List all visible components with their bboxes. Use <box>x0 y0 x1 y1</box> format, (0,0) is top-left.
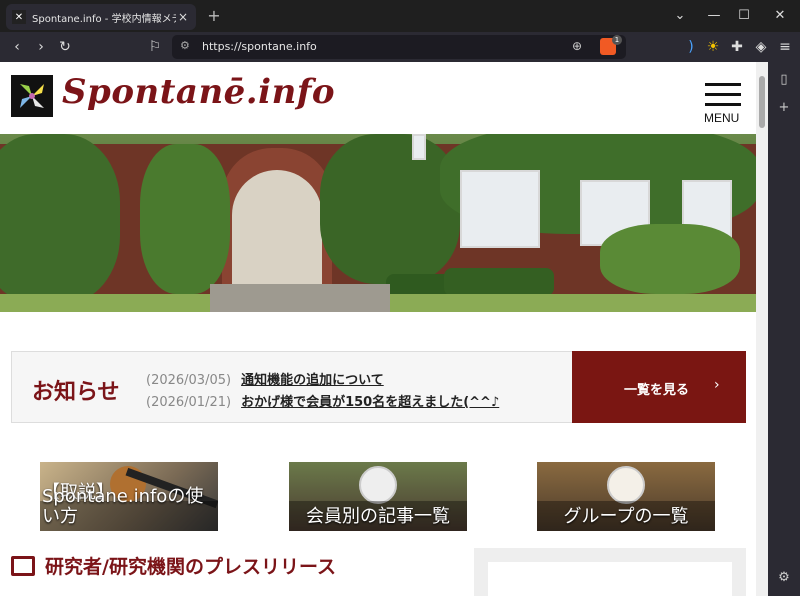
view-all-label: 一覧を見る <box>624 383 690 398</box>
section-title: 研究者/研究機関のプレスリリース <box>45 556 336 578</box>
notice-item: (2026/01/21) おかげ様で会員が150名を超えました(^^♪ <box>146 391 499 410</box>
tab-title: Spontane.info - 学校内情報メディ <box>32 13 176 25</box>
page-scrollbar[interactable] <box>756 62 768 596</box>
avatar-icon <box>359 466 397 504</box>
tab-strip: ✕ Spontane.info - 学校内情報メディ × + ⌄ — ☐ ✕ <box>0 0 800 32</box>
url-text[interactable]: https://spontane.info <box>202 40 317 53</box>
notice-link[interactable]: 通知機能の追加について <box>241 373 384 388</box>
card-caption: 会員別の記事一覧 <box>306 506 450 527</box>
menu-bar-icon <box>705 103 741 106</box>
page-viewport: Spontanē.info MENU お知らせ (2026/03/05) 通知機… <box>0 62 768 596</box>
card-groups[interactable]: グループの一覧 <box>537 462 715 531</box>
arch-opening <box>232 170 322 300</box>
card-member-articles[interactable]: 会員別の記事一覧 <box>289 462 467 531</box>
extensions-icon[interactable]: ✚ <box>726 36 748 58</box>
notice-title: お知らせ <box>32 380 120 405</box>
speech-icon[interactable]: ) <box>680 36 702 58</box>
sidebar-card <box>488 562 732 596</box>
site-favicon-icon: ✕ <box>12 10 26 24</box>
window-pane <box>460 170 540 248</box>
vpn-shield-icon[interactable]: ◈ <box>750 36 772 58</box>
window-pane <box>412 134 426 160</box>
forward-icon[interactable]: › <box>30 36 52 58</box>
menu-bar-icon <box>705 83 741 86</box>
menu-button[interactable]: MENU <box>702 80 746 126</box>
chevron-right-icon: › <box>714 377 720 393</box>
hero-image <box>0 134 756 312</box>
nav-toolbar: ‹ › ↻ ⚐ ⚙ https://spontane.info ⊕ 1 ) ☀ … <box>0 32 800 62</box>
minimize-button[interactable]: — <box>700 4 728 28</box>
ivy-center <box>320 134 460 284</box>
card-caption: グループの一覧 <box>563 506 689 527</box>
close-tab-icon[interactable]: × <box>176 10 190 24</box>
sidebar-add-icon[interactable]: + <box>774 98 794 118</box>
browser-side-panel: ▯ + ⚙ <box>768 62 800 596</box>
site-info-icon[interactable]: ⚙ <box>180 39 190 52</box>
reload-icon[interactable]: ↻ <box>54 36 76 58</box>
notice-item: (2026/03/05) 通知機能の追加について <box>146 369 384 388</box>
browser-window: ✕ Spontane.info - 学校内情報メディ × + ⌄ — ☐ ✕ ‹… <box>0 0 800 596</box>
hamburger-menu-icon[interactable]: ≡ <box>774 36 796 58</box>
shields-count-badge: 1 <box>612 35 622 45</box>
site-header: Spontanē.info MENU <box>0 62 756 134</box>
news-icon <box>11 555 35 576</box>
menu-label: MENU <box>704 111 740 125</box>
site-logo-text[interactable]: Spontanē.info <box>62 72 335 112</box>
sun-icon[interactable]: ☀ <box>702 36 724 58</box>
sidebar-settings-icon[interactable]: ⚙ <box>774 568 794 588</box>
maximize-button[interactable]: ☐ <box>730 4 758 28</box>
address-bar[interactable]: ⚙ https://spontane.info ⊕ 1 <box>172 35 626 59</box>
sidebar-bookmark-icon[interactable]: ▯ <box>774 70 794 90</box>
close-window-button[interactable]: ✕ <box>766 4 794 28</box>
path <box>210 284 390 312</box>
notice-link[interactable]: おかげ様で会員が150名を超えました(^^♪ <box>241 395 499 410</box>
ivy-left <box>0 134 120 304</box>
back-icon[interactable]: ‹ <box>6 36 28 58</box>
press-release-heading: 研究者/研究機関のプレスリリース <box>11 552 336 579</box>
scrollbar-thumb[interactable] <box>759 76 765 128</box>
ivy-center-left <box>140 144 230 294</box>
sidebar-panel <box>474 548 746 596</box>
card-manual[interactable]: 【取説】 Spontane.infoの使い方 <box>40 462 218 531</box>
site-logo-icon[interactable] <box>11 75 53 117</box>
notice-date: (2026/01/21) <box>146 395 232 410</box>
menu-bar-icon <box>705 93 741 96</box>
zoom-icon[interactable]: ⊕ <box>572 39 582 53</box>
tree-right <box>600 224 740 294</box>
tab-active[interactable]: ✕ Spontane.info - 学校内情報メディ × <box>6 4 196 30</box>
new-tab-button[interactable]: + <box>204 6 224 26</box>
group-icon <box>607 466 645 504</box>
hedge <box>444 268 554 296</box>
tab-list-chevron-icon[interactable]: ⌄ <box>666 4 694 28</box>
view-all-notices-button[interactable]: 一覧を見る › <box>572 351 746 423</box>
notice-date: (2026/03/05) <box>146 373 232 388</box>
card-caption-line2: Spontane.infoの使い方 <box>42 486 204 527</box>
bookmark-icon[interactable]: ⚐ <box>144 36 166 58</box>
